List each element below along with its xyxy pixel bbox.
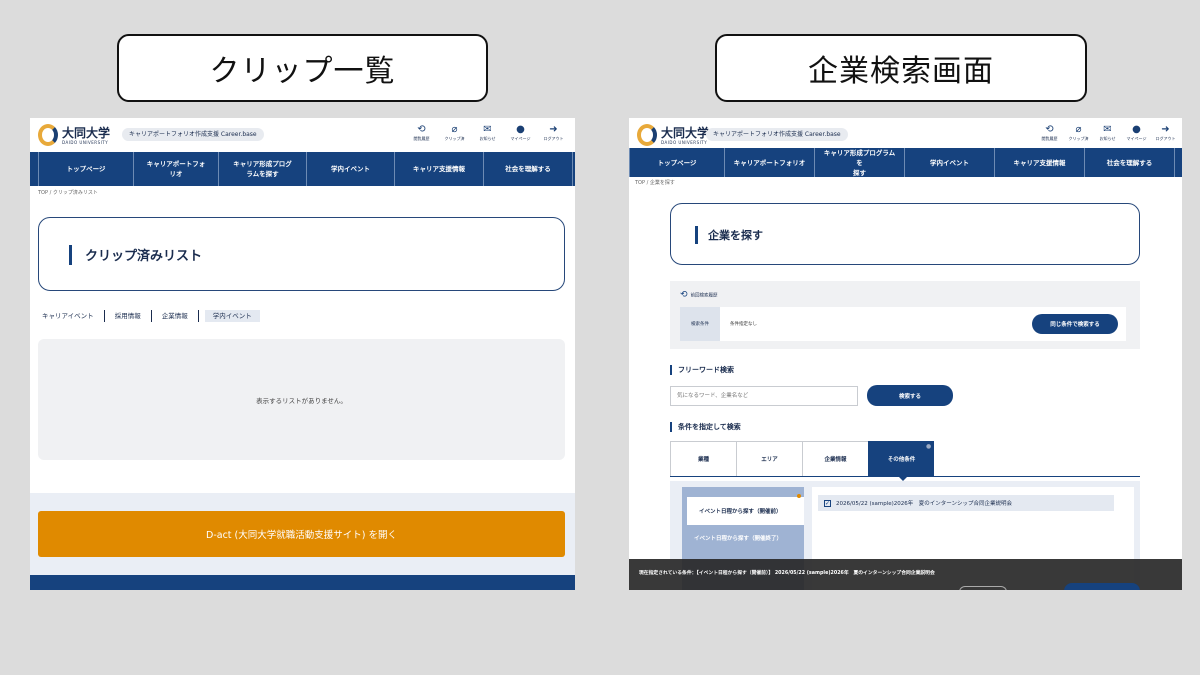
logo-mark-icon xyxy=(637,124,657,146)
tab-indicator-icon: ● xyxy=(926,443,932,450)
nav-portfolio[interactable]: キャリアポートフォ リオ xyxy=(134,152,219,186)
search-same-condition-button[interactable]: 同じ条件で検索する xyxy=(1032,314,1118,334)
logout-icon: ➜ xyxy=(549,124,558,135)
logo-name: 大同大学 xyxy=(62,126,111,140)
nav-support[interactable]: キャリア支援情報 xyxy=(395,152,484,186)
footer-band xyxy=(30,575,575,590)
condition-tabs: 業種 エリア 企業情報 その他条件 xyxy=(670,441,934,481)
nav-events[interactable]: 学内イベント xyxy=(905,148,995,177)
search-history-box: ⟲ 前回検索履歴 検索条件 条件指定なし 同じ条件で検索する xyxy=(670,281,1140,349)
title-card: クリップ済みリスト xyxy=(38,217,565,291)
logo-sub: DAIDO UNIVERSITY xyxy=(661,140,708,145)
clip-list-screen: 大同大学 DAIDO UNIVERSITY キャリアポートフォリオ作成支援 Ca… xyxy=(30,118,575,590)
result-item[interactable]: ✓ 2026/05/22 (sample)2026年 夏のインターンシップ合同企… xyxy=(818,495,1114,511)
header-icons: ⟲ 閲覧履歴 ⌀ クリップ済 ✉ お知らせ ● マイページ ➜ ログアウト xyxy=(405,123,570,142)
nav-society[interactable]: 社会を理解する xyxy=(484,152,573,186)
logo-sub: DAIDO UNIVERSITY xyxy=(62,140,109,145)
current-condition-bar: 現在指定されている条件：【イベント日程から探す（開催前）】 2026/05/22… xyxy=(629,559,1182,590)
nav-program[interactable]: キャリア形成プログラムを 探す xyxy=(815,148,905,177)
user-icon: ● xyxy=(1132,124,1141,135)
paperclip-icon: ⌀ xyxy=(1075,124,1082,135)
history-icon: ⟲ xyxy=(1045,124,1054,135)
nav-events[interactable]: 学内イベント xyxy=(307,152,395,186)
logo-mark-icon xyxy=(38,124,58,146)
header-icons: ⟲ 閲覧履歴 ⌀ クリップ済 ✉ お知らせ ● マイページ ➜ ログアウト xyxy=(1035,123,1180,142)
site-header: 大同大学 DAIDO UNIVERSITY キャリアポートフォリオ作成支援 Ca… xyxy=(629,118,1182,152)
selected-dot-icon xyxy=(797,494,801,498)
notice-icon: ✉ xyxy=(483,124,492,135)
tab-recruitment[interactable]: 採用情報 xyxy=(105,310,152,322)
condition-title: 条件を指定して検索 xyxy=(670,422,741,432)
search-button[interactable]: 検索する xyxy=(867,385,953,406)
caption-company-search: 企業検索画面 xyxy=(715,34,1087,102)
title-bar xyxy=(69,245,72,265)
user-icon: ● xyxy=(516,124,525,135)
main-nav: トップページ キャリアポートフォリオ キャリア形成プログラムを 探す 学内イベン… xyxy=(629,148,1182,177)
checkbox-icon[interactable]: ✓ xyxy=(824,499,831,507)
current-condition-text: 現在指定されている条件：【イベント日程から探す（開催前）】 2026/05/22… xyxy=(639,571,935,576)
header-mypage-button[interactable]: ● マイページ xyxy=(504,123,537,142)
history-heading: ⟲ 前回検索履歴 xyxy=(680,290,718,300)
empty-list-message: 表示するリストがありません。 xyxy=(38,339,565,460)
logout-icon: ➜ xyxy=(1161,124,1170,135)
header-clip-button[interactable]: ⌀ クリップ済 xyxy=(438,123,471,142)
apply-button[interactable] xyxy=(1064,583,1140,590)
tab-career-events[interactable]: キャリアイベント xyxy=(42,310,105,322)
nav-support[interactable]: キャリア支援情報 xyxy=(995,148,1085,177)
tab-campus-events[interactable]: 学内イベント xyxy=(204,310,260,322)
history-icon: ⟲ xyxy=(680,290,688,300)
history-row: 検索条件 条件指定なし 同じ条件で検索する xyxy=(680,307,1126,341)
freeword-title: フリーワード検索 xyxy=(670,365,734,375)
company-search-screen: 大同大学 DAIDO UNIVERSITY キャリアポートフォリオ作成支援 Ca… xyxy=(629,118,1182,590)
tab-other-conditions[interactable]: その他条件 xyxy=(868,441,934,481)
nav-top[interactable]: トップページ xyxy=(38,152,134,186)
service-name-pill: キャリアポートフォリオ作成支援 Career.base xyxy=(122,128,264,141)
header-clip-button[interactable]: ⌀ クリップ済 xyxy=(1064,123,1093,142)
header-notice-button[interactable]: ✉ お知らせ xyxy=(1093,123,1122,142)
result-item-label: 2026/05/22 (sample)2026年 夏のインターンシップ合同企業説… xyxy=(836,501,1012,507)
header-logout-button[interactable]: ➜ ログアウト xyxy=(537,123,570,142)
site-header: 大同大学 DAIDO UNIVERSITY キャリアポートフォリオ作成支援 Ca… xyxy=(30,118,575,152)
logo-name: 大同大学 xyxy=(661,126,710,140)
paperclip-icon: ⌀ xyxy=(451,124,458,135)
side-item-finished[interactable]: イベント日程から探す（開催終了） xyxy=(694,534,782,542)
header-mypage-button[interactable]: ● マイページ xyxy=(1122,123,1151,142)
tab-company-info[interactable]: 企業情報 xyxy=(802,441,868,477)
nav-program[interactable]: キャリア形成プログ ラムを探す xyxy=(219,152,307,186)
nav-society[interactable]: 社会を理解する xyxy=(1085,148,1175,177)
caption-clip-list: クリップ一覧 xyxy=(117,34,488,102)
title-bar xyxy=(695,226,698,244)
nav-portfolio[interactable]: キャリアポートフォリオ xyxy=(725,148,815,177)
tab-underline xyxy=(670,476,1140,477)
side-item-upcoming[interactable]: イベント日程から探す（開催前） xyxy=(687,497,804,525)
clear-button[interactable] xyxy=(959,586,1007,590)
page-title: 企業を探す xyxy=(708,229,763,242)
tab-industry[interactable]: 業種 xyxy=(670,441,736,477)
nav-top[interactable]: トップページ xyxy=(629,148,725,177)
university-logo[interactable]: 大同大学 DAIDO UNIVERSITY xyxy=(38,124,120,148)
header-history-button[interactable]: ⟲ 閲覧履歴 xyxy=(405,123,438,142)
title-card: 企業を探す xyxy=(670,203,1140,265)
breadcrumb: TOP / 企業を探す xyxy=(635,180,675,186)
freeword-input[interactable] xyxy=(670,386,858,406)
history-label: 検索条件 xyxy=(680,307,720,341)
clip-category-tabs: キャリアイベント 採用情報 企業情報 学内イベント xyxy=(42,310,260,322)
header-history-button[interactable]: ⟲ 閲覧履歴 xyxy=(1035,123,1064,142)
header-notice-button[interactable]: ✉ お知らせ xyxy=(471,123,504,142)
main-nav: トップページ キャリアポートフォ リオ キャリア形成プログ ラムを探す 学内イベ… xyxy=(30,152,575,186)
header-logout-button[interactable]: ➜ ログアウト xyxy=(1151,123,1180,142)
tab-area[interactable]: エリア xyxy=(736,441,802,477)
service-name-pill: キャリアポートフォリオ作成支援 Career.base xyxy=(706,128,848,141)
breadcrumb: TOP / クリップ済みリスト xyxy=(38,190,98,196)
open-dact-button[interactable]: D-act (大同大学就職活動支援サイト) を開く xyxy=(38,511,565,557)
history-value: 条件指定なし xyxy=(730,322,757,327)
notice-icon: ✉ xyxy=(1103,124,1112,135)
history-icon: ⟲ xyxy=(417,124,426,135)
tab-company-info[interactable]: 企業情報 xyxy=(152,310,199,322)
page-title: クリップ済みリスト xyxy=(85,249,203,264)
